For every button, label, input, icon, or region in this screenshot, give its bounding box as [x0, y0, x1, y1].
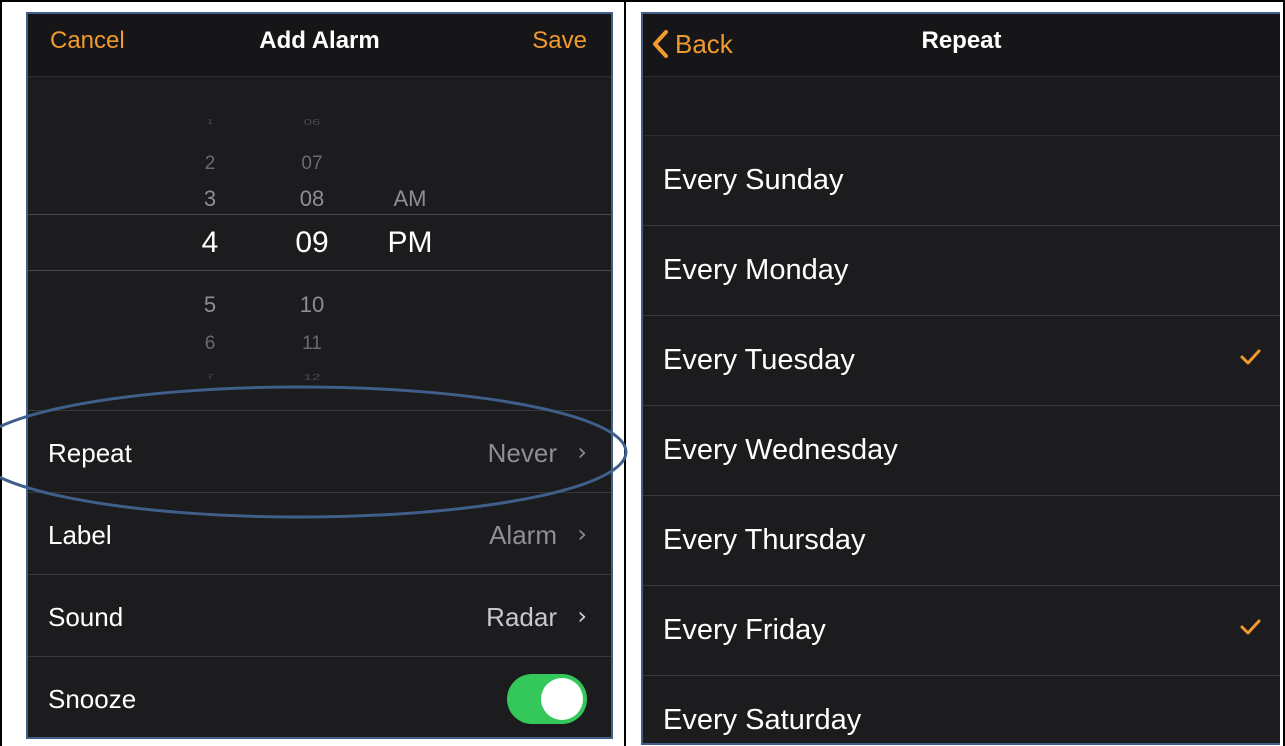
- repeat-label: Repeat: [48, 438, 132, 468]
- add-alarm-nav-bar: Add Alarm Cancel Save: [28, 14, 611, 77]
- cancel-button[interactable]: Cancel: [50, 27, 125, 55]
- day-row-saturday[interactable]: Every Saturday: [643, 676, 1280, 743]
- day-label: Every Wednesday: [663, 434, 898, 466]
- checkmark-icon: [1240, 619, 1261, 635]
- day-label: Every Sunday: [663, 164, 844, 196]
- picker-hour[interactable]: 1: [188, 118, 232, 125]
- day-row-tuesday[interactable]: Every Tuesday: [643, 316, 1280, 406]
- section-header: [643, 77, 1280, 136]
- picker-minute-selected[interactable]: 09: [282, 228, 342, 258]
- table-border-left: [0, 0, 2, 746]
- alarm-settings-list: Repeat Never › Label Alarm › Sound Radar…: [28, 410, 611, 737]
- day-row-sunday[interactable]: Every Sunday: [643, 136, 1280, 226]
- checkmark-icon: [1240, 349, 1261, 365]
- repeat-value: Never: [487, 438, 557, 468]
- picker-minute[interactable]: 12: [282, 373, 342, 381]
- day-label: Every Tuesday: [663, 344, 855, 376]
- picker-period-selected[interactable]: PM: [380, 228, 440, 258]
- label-value: Alarm: [489, 520, 557, 550]
- day-row-friday[interactable]: Every Friday: [643, 586, 1280, 676]
- repeat-nav-bar: Repeat Back: [643, 14, 1280, 77]
- toggle-knob: [541, 678, 583, 720]
- add-alarm-screen: Add Alarm Cancel Save 1 2 3 4 5 6 7 06 0…: [26, 12, 613, 739]
- picker-hour[interactable]: 6: [188, 334, 232, 353]
- snooze-toggle[interactable]: [507, 674, 587, 724]
- picker-period[interactable]: AM: [380, 188, 440, 210]
- repeat-screen: Repeat Back Every Sunday Every Monday Ev…: [641, 12, 1280, 745]
- sound-row[interactable]: Sound Radar ›: [28, 574, 611, 656]
- picker-hour[interactable]: 3: [188, 188, 232, 210]
- chevron-right-icon: ›: [577, 438, 587, 466]
- day-label: Every Saturday: [663, 704, 862, 736]
- picker-minute[interactable]: 07: [282, 154, 342, 173]
- picker-minute[interactable]: 06: [282, 118, 342, 126]
- table-border-middle: [624, 0, 626, 746]
- time-picker[interactable]: 1 2 3 4 5 6 7 06 07 08 09 10 11 12 AM PM: [28, 77, 611, 410]
- day-row-wednesday[interactable]: Every Wednesday: [643, 406, 1280, 496]
- repeat-days-list: Every Sunday Every Monday Every Tuesday …: [643, 136, 1280, 743]
- table-border-top: [0, 0, 1285, 2]
- day-row-monday[interactable]: Every Monday: [643, 226, 1280, 316]
- day-label: Every Monday: [663, 254, 849, 286]
- picker-minute[interactable]: 10: [282, 294, 342, 316]
- picker-hour-selected[interactable]: 4: [188, 228, 232, 258]
- snooze-label: Snooze: [48, 684, 137, 714]
- chevron-right-icon: ›: [577, 520, 587, 548]
- label-row[interactable]: Label Alarm ›: [28, 492, 611, 574]
- picker-hour[interactable]: 2: [188, 154, 232, 173]
- back-label: Back: [675, 28, 733, 59]
- picker-minute[interactable]: 11: [282, 334, 342, 353]
- chevron-right-icon: ›: [577, 602, 587, 630]
- day-label: Every Friday: [663, 614, 826, 646]
- chevron-left-icon: [653, 30, 668, 58]
- page-title: Repeat: [921, 27, 1002, 54]
- sound-label: Sound: [48, 602, 124, 632]
- save-button[interactable]: Save: [532, 27, 587, 55]
- label-label: Label: [48, 520, 112, 550]
- picker-minute[interactable]: 08: [282, 188, 342, 210]
- repeat-row[interactable]: Repeat Never ›: [28, 410, 611, 492]
- day-label: Every Thursday: [663, 524, 866, 556]
- back-button[interactable]: Back: [651, 24, 733, 64]
- snooze-row: Snooze: [28, 656, 611, 737]
- picker-hour[interactable]: 5: [188, 294, 232, 316]
- day-row-thursday[interactable]: Every Thursday: [643, 496, 1280, 586]
- sound-value: Radar: [486, 602, 557, 632]
- picker-hour[interactable]: 7: [188, 373, 232, 380]
